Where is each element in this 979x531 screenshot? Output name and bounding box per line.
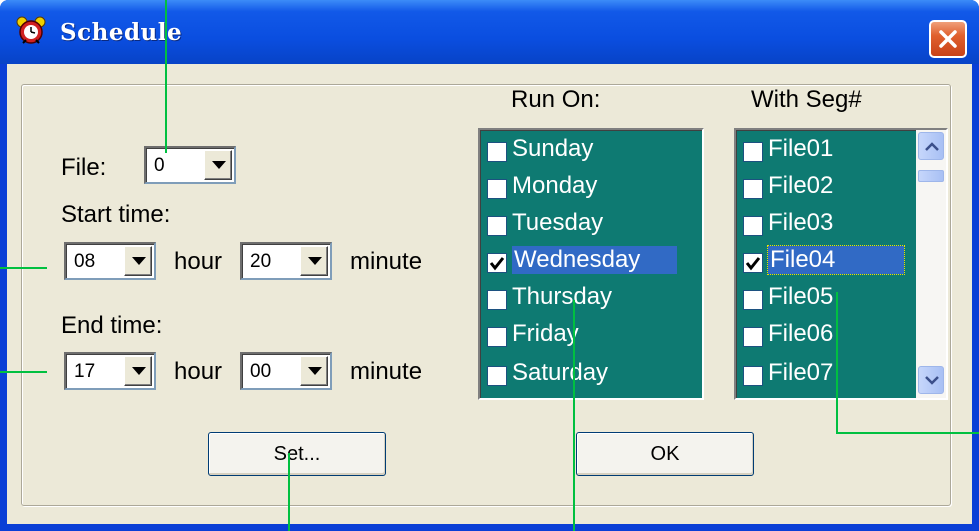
callout-line-end-time bbox=[0, 371, 47, 373]
segment-checkbox[interactable] bbox=[743, 216, 763, 236]
callout-line-set-button bbox=[288, 453, 290, 531]
day-label: Thursday bbox=[512, 283, 613, 310]
chevron-down-icon bbox=[212, 161, 226, 169]
scroll-up-button[interactable] bbox=[918, 132, 944, 160]
file-value: 0 bbox=[154, 155, 165, 176]
day-label: Sunday bbox=[512, 135, 594, 162]
start-hour-combo[interactable]: 08 bbox=[64, 242, 156, 280]
schedule-window: Schedule File: 0 Start time: 08 hour 20 … bbox=[0, 0, 979, 531]
chevron-down-icon bbox=[308, 367, 322, 375]
list-item[interactable]: File02 bbox=[740, 169, 912, 205]
end-hour-combo[interactable]: 17 bbox=[64, 352, 156, 390]
chevron-down-icon bbox=[132, 367, 146, 375]
end-minute-combo[interactable]: 00 bbox=[240, 352, 332, 390]
callout-line-start-time bbox=[0, 267, 47, 269]
start-hour-dropdown-button[interactable] bbox=[124, 246, 152, 276]
list-item[interactable]: Tuesday bbox=[484, 206, 679, 242]
file-combo[interactable]: 0 bbox=[144, 146, 236, 184]
close-button[interactable] bbox=[929, 20, 967, 58]
scrollbar-thumb[interactable] bbox=[918, 170, 944, 182]
day-checkbox[interactable] bbox=[487, 327, 507, 347]
segment-label: File03 bbox=[768, 209, 834, 236]
alarm-clock-icon bbox=[16, 16, 46, 44]
day-label: Saturday bbox=[512, 359, 609, 386]
day-checkbox[interactable] bbox=[487, 216, 507, 236]
window-bottom-border bbox=[0, 524, 979, 531]
segment-checkbox[interactable] bbox=[743, 290, 763, 310]
list-item[interactable]: Friday bbox=[484, 317, 679, 353]
day-checkbox[interactable] bbox=[487, 290, 507, 310]
segment-checkbox[interactable] bbox=[743, 327, 763, 347]
run-on-listbox[interactable]: Sunday Monday Tuesday Wednesday Thursday bbox=[478, 128, 704, 400]
segment-label: File07 bbox=[768, 359, 834, 386]
list-item[interactable]: Sunday bbox=[484, 132, 679, 168]
segment-label: File02 bbox=[768, 172, 834, 199]
end-hour-dropdown-button[interactable] bbox=[124, 356, 152, 386]
end-hour-value: 17 bbox=[74, 361, 96, 382]
list-item[interactable]: Saturday bbox=[484, 356, 679, 392]
segment-checkbox[interactable] bbox=[743, 366, 763, 386]
ok-button[interactable]: OK bbox=[576, 432, 754, 476]
end-minute-unit-label: minute bbox=[350, 358, 423, 385]
end-minute-dropdown-button[interactable] bbox=[300, 356, 328, 386]
list-item[interactable]: File04 bbox=[740, 243, 912, 279]
dialog-client-area: File: 0 Start time: 08 hour 20 minute En… bbox=[7, 64, 972, 524]
file-label: File: bbox=[61, 154, 107, 181]
day-label: Tuesday bbox=[512, 209, 604, 236]
segment-checkbox[interactable] bbox=[743, 179, 763, 199]
day-checkbox[interactable] bbox=[487, 366, 507, 386]
day-checkbox[interactable] bbox=[487, 142, 507, 162]
callout-line-run-on bbox=[573, 300, 575, 531]
segment-label: File04 bbox=[767, 245, 905, 275]
segment-label: File05 bbox=[768, 283, 834, 310]
list-item[interactable]: Wednesday bbox=[484, 243, 679, 279]
day-label: Wednesday bbox=[512, 246, 677, 274]
vertical-scrollbar[interactable] bbox=[916, 130, 946, 398]
run-on-header: Run On: bbox=[507, 86, 605, 114]
chevron-down-icon bbox=[308, 257, 322, 265]
close-icon bbox=[939, 30, 957, 48]
chevron-down-icon bbox=[925, 376, 939, 385]
start-minute-combo[interactable]: 20 bbox=[240, 242, 332, 280]
checkmark-icon bbox=[489, 257, 505, 271]
end-minute-value: 00 bbox=[250, 361, 272, 382]
start-minute-dropdown-button[interactable] bbox=[300, 246, 328, 276]
day-checkbox[interactable] bbox=[487, 253, 507, 273]
chevron-up-icon bbox=[925, 142, 939, 151]
segment-checkbox[interactable] bbox=[743, 253, 763, 273]
start-hour-unit-label: hour bbox=[174, 248, 223, 275]
file-dropdown-button[interactable] bbox=[204, 150, 232, 180]
chevron-down-icon bbox=[132, 257, 146, 265]
with-seg-header: With Seg# bbox=[747, 86, 866, 114]
start-time-label: Start time: bbox=[61, 201, 171, 228]
list-item[interactable]: File07 bbox=[740, 356, 912, 392]
list-item[interactable]: File03 bbox=[740, 206, 912, 242]
day-checkbox[interactable] bbox=[487, 179, 507, 199]
start-hour-value: 08 bbox=[74, 251, 96, 272]
callout-line-seg-vertical bbox=[836, 292, 838, 434]
with-seg-listbox[interactable]: File01 File02 File03 File04 File05 File0… bbox=[734, 128, 948, 400]
segment-checkbox[interactable] bbox=[743, 142, 763, 162]
list-item[interactable]: Monday bbox=[484, 169, 679, 205]
list-item[interactable]: File06 bbox=[740, 317, 912, 353]
title-bar[interactable]: Schedule bbox=[0, 0, 979, 64]
list-item[interactable]: Thursday bbox=[484, 280, 679, 316]
segment-label: File06 bbox=[768, 320, 834, 347]
callout-line-seg-horizontal bbox=[836, 432, 979, 434]
end-time-label: End time: bbox=[61, 312, 163, 339]
day-label: Monday bbox=[512, 172, 598, 199]
start-minute-value: 20 bbox=[250, 251, 272, 272]
checkmark-icon bbox=[745, 257, 761, 271]
segment-label: File01 bbox=[768, 135, 834, 162]
window-title: Schedule bbox=[60, 19, 183, 46]
list-item[interactable]: File01 bbox=[740, 132, 912, 168]
set-button[interactable]: Set... bbox=[208, 432, 386, 476]
list-item[interactable]: File05 bbox=[740, 280, 912, 316]
start-minute-unit-label: minute bbox=[350, 248, 423, 275]
callout-line-file bbox=[165, 0, 167, 153]
scroll-down-button[interactable] bbox=[918, 366, 944, 394]
day-label: Friday bbox=[512, 320, 579, 347]
end-hour-unit-label: hour bbox=[174, 358, 223, 385]
